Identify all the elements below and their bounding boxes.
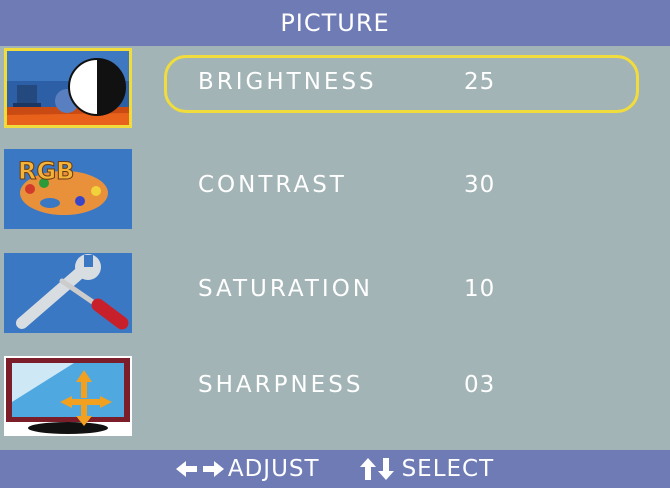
svg-text:RGB: RGB <box>18 157 74 185</box>
adjust-hint: ADJUST <box>175 456 320 482</box>
setting-value: 10 <box>464 276 496 302</box>
sidebar-item-picture[interactable] <box>4 48 132 128</box>
menu-item-sharpness[interactable]: SHARPNESS 03 <box>164 358 639 416</box>
setting-label: SHARPNESS <box>198 372 364 398</box>
up-down-arrows-icon <box>358 458 398 480</box>
adjust-label: ADJUST <box>227 456 320 482</box>
menu-title-bar: PICTURE <box>0 0 670 46</box>
footer-hint-bar: ADJUST SELECT <box>0 450 670 488</box>
left-right-arrows-icon <box>175 459 224 479</box>
menu-item-brightness[interactable]: BRIGHTNESS 25 <box>164 55 639 113</box>
osd-menu: PICTURE RGB BRIGHTNESS 25 CONTRAST 30 SA… <box>0 0 670 488</box>
setting-label: SATURATION <box>198 276 373 302</box>
sidebar-item-display[interactable] <box>4 356 132 436</box>
setting-value: 30 <box>464 172 496 198</box>
menu-title: PICTURE <box>280 9 390 37</box>
select-label: SELECT <box>401 456 495 482</box>
setting-value: 25 <box>464 69 496 95</box>
sidebar-item-color[interactable]: RGB <box>4 149 132 229</box>
tools-icon <box>4 253 132 333</box>
picture-icon <box>7 51 129 125</box>
menu-item-saturation[interactable]: SATURATION 10 <box>164 262 639 320</box>
rgb-palette-icon: RGB <box>4 149 132 229</box>
setting-label: CONTRAST <box>198 172 347 198</box>
screen-position-icon <box>4 356 132 436</box>
select-hint: SELECT <box>358 456 495 482</box>
sidebar: RGB <box>0 46 140 446</box>
setting-label: BRIGHTNESS <box>198 69 377 95</box>
sidebar-item-setup[interactable] <box>4 253 132 333</box>
menu-item-contrast[interactable]: CONTRAST 30 <box>164 158 639 216</box>
setting-value: 03 <box>464 372 496 398</box>
